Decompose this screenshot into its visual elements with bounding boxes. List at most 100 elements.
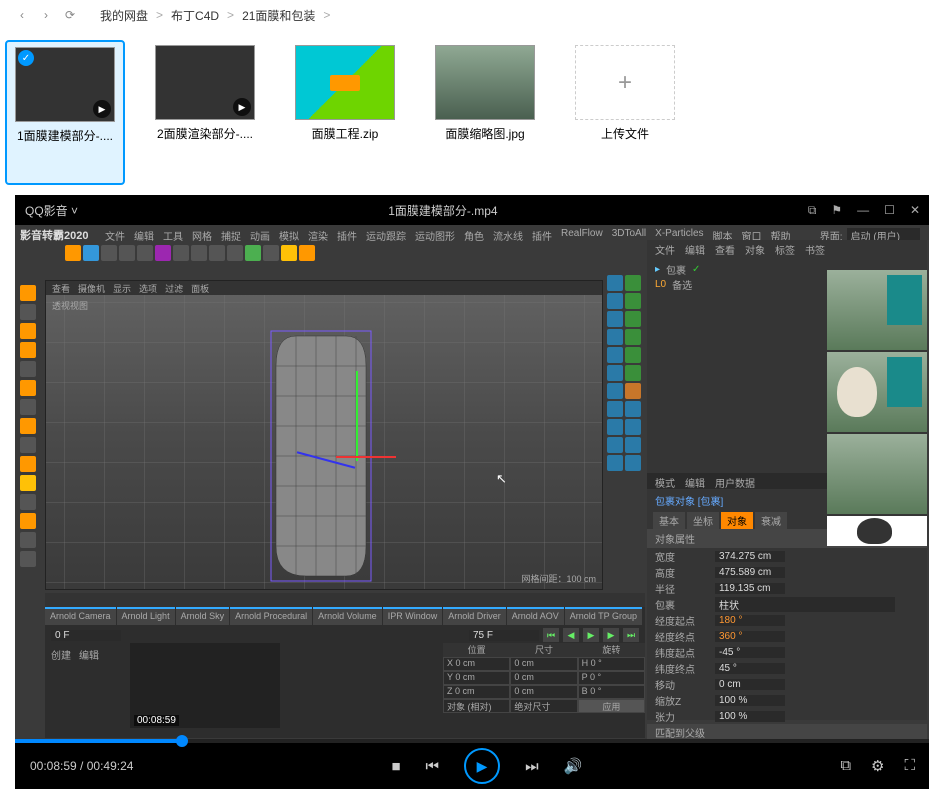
prop-value[interactable]: 360 °: [715, 631, 785, 642]
render-tab[interactable]: Arnold TP Group: [565, 607, 642, 625]
tool-icon[interactable]: [607, 383, 623, 399]
file-item-video2[interactable]: ▶ 2面膜渲染部分-....: [145, 40, 265, 185]
prop-value[interactable]: 45 °: [715, 663, 785, 674]
menu-item[interactable]: RealFlow: [561, 228, 603, 243]
tool-icon[interactable]: [20, 418, 36, 434]
tool-icon[interactable]: [20, 475, 36, 491]
file-item-upload[interactable]: + 上传文件: [565, 40, 685, 185]
tool-icon[interactable]: [607, 365, 623, 381]
tool-icon[interactable]: [191, 245, 207, 261]
play-icon[interactable]: ▶: [583, 628, 599, 642]
viewport-3d[interactable]: 查看 摄像机 显示 选项 过滤 面板 透视视图 网格间距：100 cm ↖: [45, 280, 603, 590]
tool-icon[interactable]: [625, 437, 641, 453]
menu-item[interactable]: 模拟: [279, 228, 299, 243]
coord-mode-dropdown[interactable]: 对象 (相对): [443, 699, 510, 713]
tool-icon[interactable]: [607, 455, 623, 471]
tool-icon[interactable]: [245, 245, 261, 261]
panel-tab[interactable]: 编辑: [685, 475, 705, 487]
tool-icon[interactable]: [607, 347, 623, 363]
panel-tab[interactable]: 查看: [715, 242, 735, 256]
prop-value[interactable]: 475.589 cm: [715, 567, 785, 578]
render-tab[interactable]: IPR Window: [383, 607, 443, 625]
render-tab[interactable]: Arnold Sky: [176, 607, 230, 625]
nav-fwd-icon[interactable]: ›: [34, 8, 58, 22]
play-button[interactable]: ▶: [464, 748, 500, 784]
minimize-icon[interactable]: —: [857, 203, 869, 218]
tool-icon[interactable]: [20, 532, 36, 548]
tool-icon[interactable]: [625, 311, 641, 327]
panel-tab[interactable]: 模式: [655, 475, 675, 487]
tool-icon[interactable]: [20, 285, 36, 301]
file-item-zip[interactable]: 面膜工程.zip: [285, 40, 405, 185]
nav-refresh-icon[interactable]: ⟳: [58, 8, 82, 22]
progress-bar[interactable]: [15, 739, 929, 743]
tool-icon[interactable]: [173, 245, 189, 261]
goto-start-icon[interactable]: ⏮: [543, 628, 559, 642]
tool-icon[interactable]: [20, 494, 36, 510]
tool-icon[interactable]: [20, 456, 36, 472]
subtab-coord[interactable]: 坐标: [687, 512, 719, 529]
panel-tab[interactable]: 标签: [775, 242, 795, 256]
tool-icon[interactable]: [101, 245, 117, 261]
tool-icon[interactable]: [20, 304, 36, 320]
render-tab[interactable]: Arnold Camera: [45, 607, 116, 625]
subtab-falloff[interactable]: 衰减: [755, 512, 787, 529]
close-icon[interactable]: ✕: [910, 203, 920, 218]
render-tab[interactable]: Arnold Volume: [313, 607, 382, 625]
screenshot-icon[interactable]: ⧉: [840, 757, 851, 775]
size-mode-dropdown[interactable]: 绝对尺寸: [510, 699, 577, 713]
gizmo-x-axis[interactable]: [336, 456, 396, 458]
tool-icon[interactable]: [607, 437, 623, 453]
tool-icon[interactable]: [625, 293, 641, 309]
tool-icon[interactable]: [20, 437, 36, 453]
tool-icon[interactable]: [299, 245, 315, 261]
panel-tab[interactable]: 编辑: [685, 242, 705, 256]
tool-icon[interactable]: [625, 365, 641, 381]
tool-icon[interactable]: [20, 399, 36, 415]
nav-back-icon[interactable]: ‹: [10, 8, 34, 22]
tool-icon[interactable]: [625, 401, 641, 417]
file-item-video1[interactable]: ✓ ▶ 1面膜建模部分-....: [5, 40, 125, 185]
menu-item[interactable]: 文件: [105, 228, 125, 243]
tool-icon[interactable]: [20, 361, 36, 377]
menu-item[interactable]: 动画: [250, 228, 270, 243]
menu-item[interactable]: 流水线: [493, 228, 523, 243]
tool-icon[interactable]: [83, 245, 99, 261]
panel-tab[interactable]: 用户数据: [715, 475, 755, 487]
tool-icon[interactable]: [137, 245, 153, 261]
goto-end-icon[interactable]: ⏭: [623, 628, 639, 642]
menu-item[interactable]: 运动图形: [415, 228, 455, 243]
prop-value[interactable]: 100 %: [715, 695, 785, 706]
prop-value[interactable]: 0 cm: [715, 679, 785, 690]
settings-icon[interactable]: ⚙: [871, 757, 884, 775]
prop-dropdown[interactable]: 柱状: [715, 597, 895, 612]
tool-icon[interactable]: [625, 419, 641, 435]
prev-frame-icon[interactable]: ◀: [563, 628, 579, 642]
volume-icon[interactable]: 🔊: [564, 757, 583, 775]
prop-value[interactable]: 180 °: [715, 615, 785, 626]
pin-icon[interactable]: ⚑: [831, 203, 842, 218]
tool-icon[interactable]: [20, 513, 36, 529]
stop-icon[interactable]: ■: [391, 758, 400, 775]
render-tab[interactable]: Arnold Driver: [443, 607, 506, 625]
progress-thumb[interactable]: [176, 735, 188, 747]
maximize-icon[interactable]: ☐: [884, 203, 895, 218]
fit-parent-button[interactable]: 匹配到父级: [655, 725, 705, 740]
tool-icon[interactable]: [20, 342, 36, 358]
next-icon[interactable]: ⏭: [525, 758, 539, 775]
vp-tab[interactable]: 摄像机: [78, 282, 105, 295]
subtab-object[interactable]: 对象: [721, 512, 753, 529]
crumb-p2[interactable]: 21面膜和包装: [234, 7, 323, 24]
tool-icon[interactable]: [625, 347, 641, 363]
tool-icon[interactable]: [607, 329, 623, 345]
menu-item[interactable]: 3DToAll: [612, 228, 646, 243]
subtab-basic[interactable]: 基本: [653, 512, 685, 529]
tool-icon[interactable]: [281, 245, 297, 261]
tool-icon[interactable]: [607, 293, 623, 309]
vp-tab[interactable]: 面板: [191, 282, 209, 295]
tool-icon[interactable]: [20, 551, 36, 567]
menu-item[interactable]: 插件: [337, 228, 357, 243]
edit-tab[interactable]: 编辑: [79, 647, 99, 662]
timeline-ruler[interactable]: [45, 593, 645, 607]
tool-icon[interactable]: [607, 401, 623, 417]
